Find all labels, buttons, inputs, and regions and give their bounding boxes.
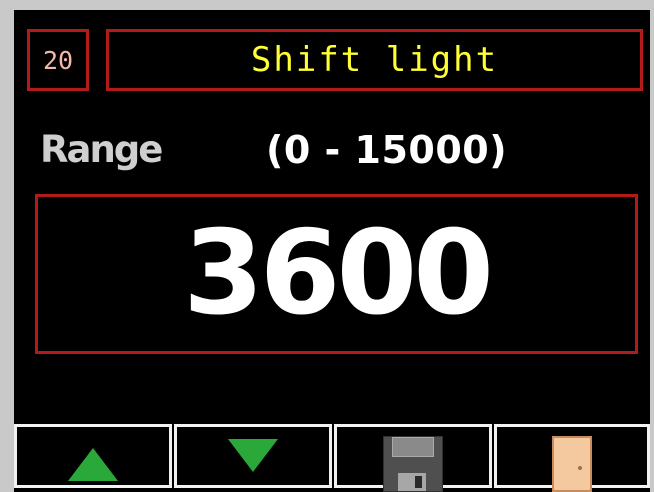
- door-icon: [552, 436, 592, 492]
- floppy-shutter: [398, 473, 426, 491]
- increase-button[interactable]: [14, 424, 172, 488]
- up-arrow-icon: [68, 447, 118, 481]
- decrease-button[interactable]: [174, 424, 332, 488]
- value-display[interactable]: 3600: [35, 194, 638, 354]
- down-arrow-icon: [228, 438, 278, 472]
- floppy-disk-icon: [383, 436, 443, 492]
- save-button[interactable]: [334, 424, 492, 492]
- floppy-label-area: [392, 437, 434, 457]
- right-gray-strip: [650, 10, 654, 492]
- left-gray-strip: [0, 10, 14, 492]
- page-number: 20: [27, 29, 89, 91]
- top-gray-strip: [0, 0, 654, 10]
- screen: 20 Shift light Range (0 - 15000) 3600: [0, 0, 654, 492]
- page-title: Shift light: [106, 29, 643, 91]
- range-value: (0 - 15000): [266, 128, 508, 172]
- range-label: Range: [40, 128, 163, 171]
- exit-button[interactable]: [494, 424, 650, 492]
